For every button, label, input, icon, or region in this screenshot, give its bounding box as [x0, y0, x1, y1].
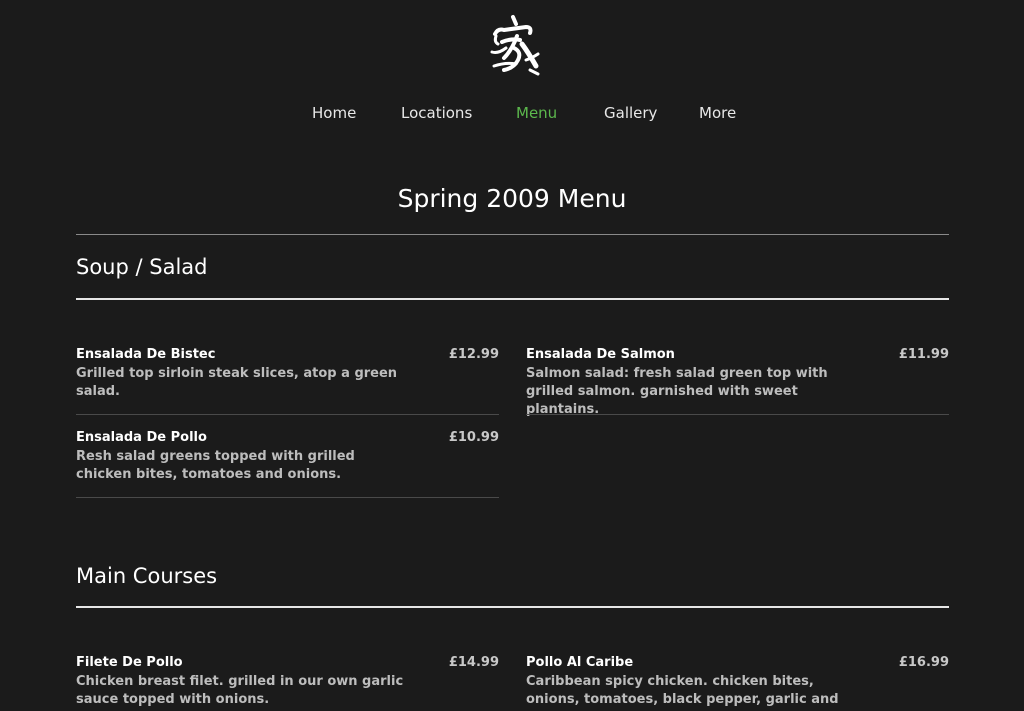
menu-item: Pollo Al Caribe £16.99 Caribbean spicy c…	[526, 655, 949, 711]
item-description: Resh salad greens topped with grilled ch…	[76, 449, 355, 482]
section-divider	[76, 298, 949, 300]
item-description: Caribbean spicy chicken. chicken bites, …	[526, 674, 839, 711]
menu-item: Filete De Pollo £14.99 Chicken breast fi…	[76, 655, 499, 711]
nav-more[interactable]: More	[699, 104, 736, 122]
nav-gallery[interactable]: Gallery	[604, 104, 657, 122]
item-divider	[76, 414, 499, 415]
menu-item: Ensalada De Pollo £10.99 Resh salad gree…	[76, 430, 499, 498]
menu-page: Home Locations Menu Gallery More Spring …	[0, 0, 1024, 711]
item-price: £12.99	[448, 347, 499, 362]
item-description: Chicken breast filet. grilled in our own…	[76, 674, 404, 707]
item-price: £11.99	[898, 347, 949, 362]
item-name: Ensalada De Salmon	[526, 347, 675, 362]
item-name: Ensalada De Pollo	[76, 430, 207, 445]
section-title: Soup / Salad	[76, 255, 208, 279]
page-title: Spring 2009 Menu	[397, 184, 627, 213]
section-divider	[76, 606, 949, 608]
item-price: £10.99	[448, 430, 499, 445]
nav-locations[interactable]: Locations	[401, 104, 472, 122]
title-divider	[76, 234, 949, 235]
calligraphy-logo-icon[interactable]	[486, 14, 540, 76]
item-divider	[526, 414, 949, 415]
item-description: Salmon salad: fresh salad green top with…	[526, 366, 828, 417]
item-price: £16.99	[898, 655, 949, 670]
menu-item: Ensalada De Salmon £11.99 Salmon salad: …	[526, 347, 949, 417]
nav-menu[interactable]: Menu	[516, 104, 557, 122]
item-name: Ensalada De Bistec	[76, 347, 216, 362]
menu-item: Ensalada De Bistec £12.99 Grilled top si…	[76, 347, 499, 415]
section-title: Main Courses	[76, 564, 218, 588]
item-price: £14.99	[448, 655, 499, 670]
item-divider	[76, 497, 499, 498]
nav-home[interactable]: Home	[312, 104, 356, 122]
item-description: Grilled top sirloin steak slices, atop a…	[76, 366, 398, 399]
item-name: Pollo Al Caribe	[526, 655, 634, 670]
main-nav: Home Locations Menu Gallery More	[0, 104, 1024, 126]
item-name: Filete De Pollo	[76, 655, 183, 670]
